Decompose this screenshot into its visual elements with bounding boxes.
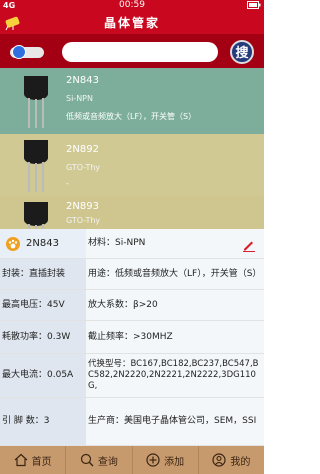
list-item-type: Si-NPN bbox=[66, 94, 93, 103]
nav-home[interactable]: 首页 bbox=[0, 446, 67, 474]
list-item-name: 2N843 bbox=[66, 75, 99, 86]
list-item-type: GTO-Thy bbox=[66, 216, 101, 225]
detail-name-cell: 2N843 bbox=[0, 229, 86, 258]
detail-material: 材料：Si-NPN bbox=[86, 229, 264, 258]
mode-toggle[interactable] bbox=[10, 45, 44, 59]
add-icon bbox=[146, 453, 160, 467]
list-item-name: 2N893 bbox=[66, 201, 99, 212]
detail-power: 耗散功率：0.3W bbox=[0, 321, 86, 353]
bottom-nav: 首页 查询 添加 我的 bbox=[0, 446, 264, 474]
search-button[interactable]: 搜 bbox=[230, 40, 254, 64]
detail-replacement: 代换型号：BC167,BC182,BC237,BC547,BC582,2N222… bbox=[86, 354, 264, 397]
page-title: 晶体管家 bbox=[103, 16, 160, 30]
nav-add[interactable]: 添加 bbox=[133, 446, 199, 474]
home-icon bbox=[14, 453, 28, 467]
list-item-desc: - bbox=[66, 179, 69, 188]
transistor-icon bbox=[18, 72, 54, 134]
app-title-bar: 晶体管家 bbox=[0, 12, 264, 34]
search-icon bbox=[80, 453, 94, 467]
detail-row: 最大电流：0.05A 代换型号：BC167,BC182,BC237,BC547,… bbox=[0, 354, 264, 398]
detail-manufacturer: 生产商：美国电子晶体管公司，SEM，SSI bbox=[86, 398, 264, 445]
detail-cutoff-freq: 截止频率：>30MHZ bbox=[86, 321, 264, 353]
detail-row: 耗散功率：0.3W 截止频率：>30MHZ bbox=[0, 321, 264, 354]
detail-part-name: 2N843 bbox=[26, 238, 59, 249]
list-item[interactable]: 2N892 GTO-Thy - bbox=[0, 134, 264, 196]
nav-add-label: 添加 bbox=[164, 456, 185, 468]
list-item[interactable]: 2N843 Si-NPN 低频或音频放大（LF），开关管（S） bbox=[0, 68, 264, 134]
user-icon bbox=[212, 453, 226, 467]
search-input[interactable] bbox=[62, 42, 218, 62]
nav-profile[interactable]: 我的 bbox=[199, 446, 264, 474]
detail-material-text: 材料：Si-NPN bbox=[88, 238, 146, 248]
app-logo-icon bbox=[4, 15, 22, 31]
detail-row: 最高电压：45V 放大系数：β>20 bbox=[0, 290, 264, 321]
search-bar: 搜 bbox=[0, 34, 264, 68]
detail-amp-factor: 放大系数：β>20 bbox=[86, 290, 264, 320]
status-bar: 4G 00:59 bbox=[0, 0, 264, 12]
clock: 00:59 bbox=[119, 0, 145, 10]
list-item-name: 2N892 bbox=[66, 144, 99, 155]
nav-profile-label: 我的 bbox=[230, 456, 251, 468]
list-item-desc: 低频或音频放大（LF），开关管（S） bbox=[66, 112, 197, 121]
detail-pins: 引 脚 数：3 bbox=[0, 398, 86, 445]
paw-icon bbox=[6, 236, 20, 251]
detail-row: 引 脚 数：3 生产商：美国电子晶体管公司，SEM，SSI bbox=[0, 398, 264, 446]
detail-max-voltage: 最高电压：45V bbox=[0, 290, 86, 320]
nav-search-label: 查询 bbox=[97, 456, 118, 468]
detail-usage: 用途：低频或音频放大（LF），开关管（S） bbox=[86, 259, 264, 289]
toggle-knob[interactable] bbox=[12, 45, 26, 59]
list-item[interactable]: 2N893 GTO-Thy bbox=[0, 196, 264, 229]
detail-row: 封装：直插封装 用途：低频或音频放大（LF），开关管（S） bbox=[0, 259, 264, 290]
edit-icon[interactable] bbox=[242, 237, 256, 252]
nav-home-label: 首页 bbox=[31, 456, 52, 468]
detail-panel: 2N843 材料：Si-NPN 封装：直插封装 用途：低频或音频放大（LF），开… bbox=[0, 229, 264, 446]
transistor-icon bbox=[18, 198, 54, 229]
list-item-type: GTO-Thy bbox=[66, 163, 101, 172]
detail-package: 封装：直插封装 bbox=[0, 259, 86, 289]
detail-max-current: 最大电流：0.05A bbox=[0, 354, 86, 397]
transistor-list: 2N843 Si-NPN 低频或音频放大（LF），开关管（S） 2N892 GT… bbox=[0, 68, 264, 229]
nav-search[interactable]: 查询 bbox=[66, 446, 133, 474]
detail-row-head: 2N843 材料：Si-NPN bbox=[0, 229, 264, 259]
transistor-icon bbox=[18, 136, 54, 198]
battery-icon bbox=[247, 1, 261, 11]
